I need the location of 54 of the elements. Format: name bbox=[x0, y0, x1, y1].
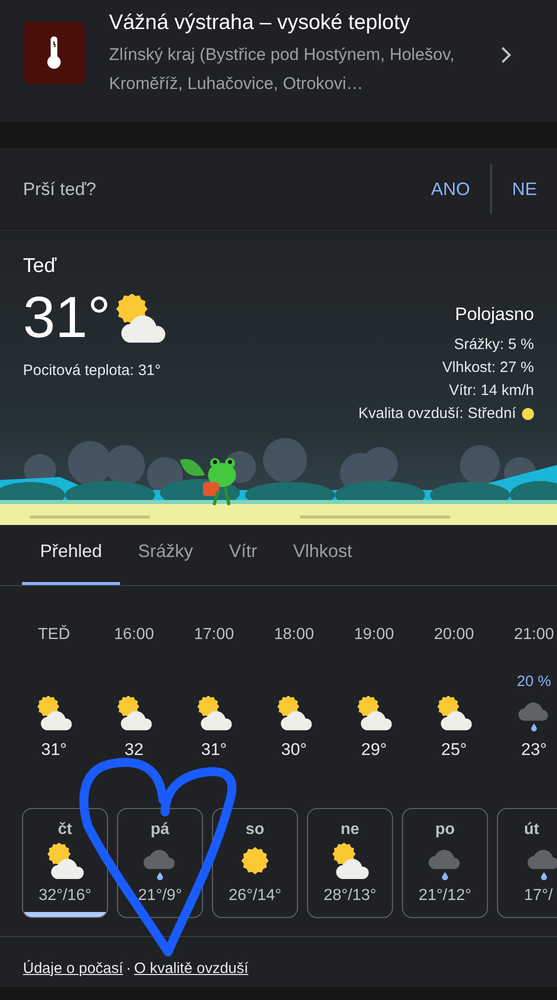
temperature-text: 31° bbox=[41, 740, 67, 760]
question-text: Prší teď? bbox=[23, 178, 96, 200]
hour-label: 19:00 bbox=[354, 626, 394, 645]
day-label: ne bbox=[340, 821, 360, 839]
temperature-range: 21°/9° bbox=[138, 887, 182, 905]
alert-description: Zlínský kraj (Bystřice pod Hostýnem, Holešov, Kroměříž, Luhačovice, Otrokovi… bbox=[109, 44, 456, 95]
tab[interactable]: Vítr bbox=[211, 521, 276, 585]
day-card[interactable]: út 17°/ bbox=[497, 808, 557, 918]
alert-title: Vážná výstraha – vysoké teploty bbox=[109, 10, 412, 36]
day-card[interactable]: so 26°/14° bbox=[212, 808, 298, 918]
day-label: po bbox=[435, 821, 455, 839]
feels-like-text: Pocitová teplota: 31° bbox=[23, 362, 162, 379]
temperature-range: 21°/12° bbox=[418, 887, 472, 905]
temperature-range: 28°/13° bbox=[324, 887, 376, 905]
chevron-right-icon bbox=[500, 46, 512, 64]
separator-dot: · bbox=[126, 960, 132, 976]
temperature-text: 25° bbox=[441, 740, 467, 760]
answer-button[interactable]: NE bbox=[492, 168, 557, 210]
day-label: so bbox=[246, 821, 264, 839]
precipitation-text: 20 % bbox=[516, 673, 552, 690]
day-label: út bbox=[524, 821, 540, 839]
temperature-range: 26°/14° bbox=[228, 887, 282, 905]
temperature-text: 30° bbox=[281, 740, 307, 760]
footer-link[interactable]: O kvalitě ovzduší bbox=[134, 960, 248, 976]
temperature-text: 32 bbox=[124, 740, 144, 760]
footer-link[interactable]: Údaje o počasí bbox=[23, 960, 124, 976]
detail-text: Srážky: 5 % bbox=[454, 335, 534, 355]
thermometer-icon bbox=[23, 22, 85, 84]
temperature-range: 32°/16° bbox=[38, 887, 92, 905]
detail-text: Kvalita ovzduší: Střední bbox=[358, 404, 516, 424]
temperature-range: 17°/ bbox=[524, 887, 553, 905]
now-label: Teď bbox=[23, 255, 58, 278]
detail-text: Vítr: 14 km/h bbox=[448, 381, 534, 401]
temperature-text: 31° bbox=[201, 740, 227, 760]
day-card[interactable]: pá 21°/9° bbox=[117, 808, 203, 918]
temperature-text: 23° bbox=[521, 740, 547, 760]
condition-text: Polojasno bbox=[454, 304, 534, 325]
hour-label: 17:00 bbox=[194, 626, 234, 645]
hour-label: 18:00 bbox=[274, 626, 314, 645]
current-temperature: 31° bbox=[23, 286, 111, 350]
day-label: čt bbox=[58, 821, 72, 839]
hour-label: TEĎ bbox=[38, 626, 70, 645]
day-card[interactable]: po 21°/12° bbox=[402, 808, 488, 918]
hour-label: 20:00 bbox=[434, 626, 474, 645]
detail-text: Vlhkost: 27 % bbox=[442, 358, 534, 378]
tab[interactable]: Vlhkost bbox=[275, 521, 370, 585]
day-label: pá bbox=[150, 821, 170, 839]
temperature-text: 29° bbox=[361, 740, 387, 760]
day-card[interactable]: čt 32°/16° bbox=[22, 808, 108, 918]
hour-label: 21:00 bbox=[514, 626, 554, 645]
tab[interactable]: Srážky bbox=[120, 521, 212, 585]
hour-label: 16:00 bbox=[114, 626, 154, 645]
answer-button[interactable]: ANO bbox=[410, 168, 490, 210]
day-card[interactable]: ne 28°/13° bbox=[307, 808, 393, 918]
